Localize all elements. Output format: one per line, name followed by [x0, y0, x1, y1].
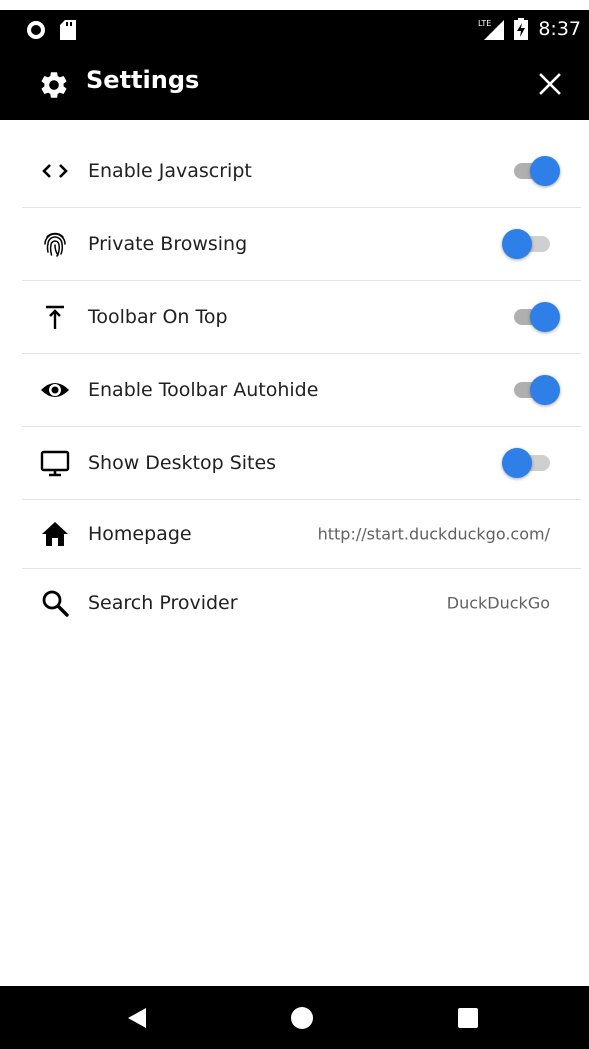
- setting-label: Show Desktop Sites: [88, 452, 277, 474]
- battery-charging-icon: [514, 18, 529, 40]
- circle-notification-icon: [27, 21, 45, 39]
- settings-list: Enable Javascript Private Browsing Toolb…: [22, 135, 581, 637]
- app-bar: Settings: [0, 50, 589, 120]
- toggle-switch[interactable]: [502, 229, 550, 259]
- status-time: 8:37: [538, 18, 581, 40]
- setting-enable-javascript[interactable]: Enable Javascript: [22, 135, 581, 208]
- home-circle-icon[interactable]: [290, 1006, 314, 1030]
- setting-label: Toolbar On Top: [88, 306, 228, 328]
- setting-label: Enable Toolbar Autohide: [88, 379, 319, 401]
- setting-toolbar-on-top[interactable]: Toolbar On Top: [22, 281, 581, 354]
- top-bar: LTE 8:37 Settings: [0, 10, 589, 120]
- setting-search-provider[interactable]: Search Provider DuckDuckGo: [22, 569, 581, 637]
- navigation-bar: [0, 986, 589, 1049]
- setting-label: Search Provider: [88, 592, 238, 614]
- fingerprint-icon: [44, 232, 66, 257]
- toggle-switch[interactable]: [514, 302, 560, 332]
- toggle-switch[interactable]: [502, 448, 550, 478]
- setting-homepage[interactable]: Homepage http://start.duckduckgo.com/: [22, 500, 581, 569]
- sd-card-icon: [60, 20, 76, 40]
- setting-value: http://start.duckduckgo.com/: [317, 524, 550, 544]
- lte-signal-icon: LTE: [478, 19, 505, 40]
- vertical-align-top-icon: [46, 305, 64, 329]
- toggle-switch[interactable]: [514, 375, 560, 405]
- setting-label: Enable Javascript: [88, 160, 252, 182]
- svg-text:LTE: LTE: [478, 19, 491, 28]
- status-bar: LTE 8:37: [0, 10, 589, 50]
- setting-label: Private Browsing: [88, 233, 248, 255]
- toggle-switch[interactable]: [514, 156, 560, 186]
- back-icon[interactable]: [126, 1006, 150, 1030]
- code-icon: [42, 164, 68, 178]
- recents-icon[interactable]: [456, 1006, 480, 1030]
- gear-icon: [41, 72, 67, 98]
- setting-private-browsing[interactable]: Private Browsing: [22, 208, 581, 281]
- setting-show-desktop-sites[interactable]: Show Desktop Sites: [22, 427, 581, 500]
- setting-enable-toolbar-autohide[interactable]: Enable Toolbar Autohide: [22, 354, 581, 427]
- page-title: Settings: [86, 66, 200, 94]
- setting-value: DuckDuckGo: [446, 593, 550, 613]
- eye-icon: [41, 383, 69, 397]
- setting-label: Homepage: [88, 523, 192, 545]
- home-icon: [42, 522, 68, 546]
- search-icon: [42, 590, 69, 617]
- desktop-icon: [40, 450, 70, 477]
- close-icon[interactable]: [538, 72, 562, 96]
